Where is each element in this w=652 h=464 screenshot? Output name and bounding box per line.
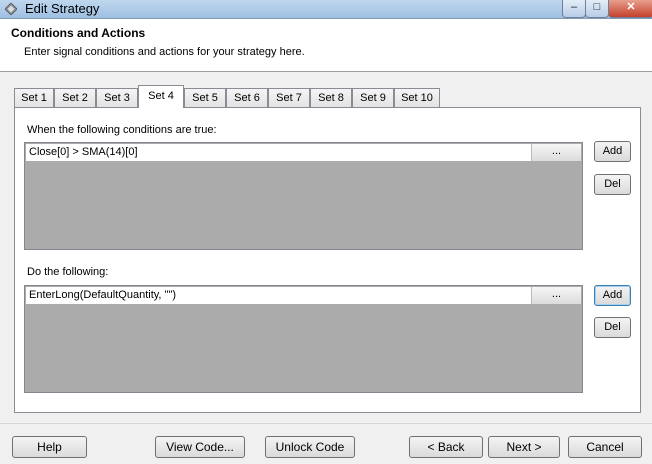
add-action-button[interactable]: Add [594,285,631,306]
wizard-header: Conditions and Actions Enter signal cond… [0,19,652,72]
maximize-button[interactable]: □ [585,0,609,18]
window-title: Edit Strategy [25,1,100,16]
next-button[interactable]: Next > [488,436,560,458]
tab-set-4[interactable]: Set 4 [138,85,184,108]
actions-label: Do the following: [27,266,109,278]
tab-set-6[interactable]: Set 6 [226,88,268,107]
page-subtitle: Enter signal conditions and actions for … [24,46,305,58]
view-code-button[interactable]: View Code... [155,436,245,458]
delete-action-button[interactable]: Del [594,317,631,338]
action-item[interactable]: EnterLong(DefaultQuantity, "") [26,287,531,304]
delete-condition-button[interactable]: Del [594,174,631,195]
tab-set-8[interactable]: Set 8 [310,88,352,107]
page-title: Conditions and Actions [11,26,146,40]
strategy-icon [5,3,17,15]
action-edit-button[interactable]: ... [531,287,581,304]
close-button[interactable]: ✕ [608,0,652,18]
help-button[interactable]: Help [12,436,87,458]
title-bar: Edit Strategy – □ ✕ [0,0,652,19]
cancel-button[interactable]: Cancel [568,436,642,458]
tab-set-9[interactable]: Set 9 [352,88,394,107]
condition-item[interactable]: Close[0] > SMA(14)[0] [26,144,531,161]
conditions-label: When the following conditions are true: [27,124,217,136]
footer-divider [0,423,652,424]
actions-list[interactable]: EnterLong(DefaultQuantity, "") ... [24,285,583,393]
back-button[interactable]: < Back [409,436,483,458]
tab-set-3[interactable]: Set 3 [96,88,138,107]
tab-set-10[interactable]: Set 10 [394,88,440,107]
tab-set-1[interactable]: Set 1 [14,88,54,107]
add-condition-button[interactable]: Add [594,141,631,162]
minimize-button[interactable]: – [562,0,586,18]
condition-edit-button[interactable]: ... [531,144,581,161]
tab-set-7[interactable]: Set 7 [268,88,310,107]
tab-set-5[interactable]: Set 5 [184,88,226,107]
unlock-code-button[interactable]: Unlock Code [265,436,355,458]
tab-set-2[interactable]: Set 2 [54,88,96,107]
conditions-list[interactable]: Close[0] > SMA(14)[0] ... [24,142,583,250]
